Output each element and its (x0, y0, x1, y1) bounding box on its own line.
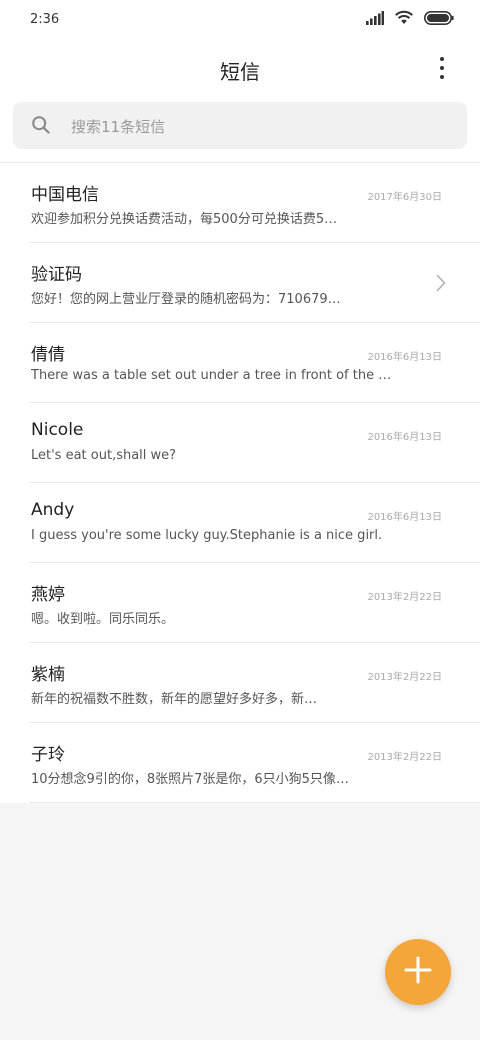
plus-icon (404, 956, 432, 988)
message-row[interactable]: Nicole 2016年6月13日 Let's eat out,shall we… (0, 403, 480, 483)
menu-dot (440, 57, 444, 61)
message-row[interactable]: 子玲 2013年2月22日 10分想念9引的你，8张照片7张是你，6只小狗5只像… (0, 723, 480, 803)
wifi-icon (394, 10, 414, 29)
message-row[interactable]: Andy 2016年6月13日 I guess you're some luck… (0, 483, 480, 563)
message-preview: 欢迎参加积分兑换话费活动，每500分可兑换话费5… (31, 212, 338, 227)
sender-name: 子玲 (31, 745, 65, 765)
new-message-button[interactable] (385, 939, 451, 1005)
message-date: 2016年6月13日 (367, 432, 442, 443)
message-row[interactable]: 紫楠 2013年2月22日 新年的祝福数不胜数，新年的愿望好多好多，新… (0, 643, 480, 723)
message-preview: 嗯。收到啦。同乐同乐。 (31, 612, 175, 627)
message-preview: Let's eat out,shall we? (31, 448, 177, 463)
message-row[interactable]: 验证码 您好！您的网上营业厅登录的随机密码为：710679… (0, 243, 480, 323)
message-date: 2013年2月22日 (367, 752, 442, 763)
status-icons (366, 10, 454, 29)
status-bar: 2:36 (0, 0, 480, 40)
page-title: 短信 (220, 60, 260, 84)
more-vert-icon[interactable] (430, 54, 454, 82)
message-list: 中国电信 2017年6月30日 欢迎参加积分兑换话费活动，每500分可兑换话费5… (0, 162, 480, 803)
sender-name: 中国电信 (31, 185, 99, 205)
signal-icon (366, 10, 384, 29)
sender-name: 验证码 (31, 265, 82, 285)
search-bar[interactable] (13, 102, 467, 151)
message-date: 2016年6月13日 (367, 352, 442, 363)
message-row[interactable]: 倩倩 2016年6月13日 There was a table set out … (0, 323, 480, 403)
message-preview: I guess you're some lucky guy.Stephanie … (31, 528, 383, 543)
sender-name: 倩倩 (31, 345, 65, 365)
top-area: 2:36 短信 搜索11条短信 (0, 0, 480, 162)
search-input[interactable] (69, 102, 453, 151)
sender-name: 紫楠 (31, 665, 65, 685)
message-date: 2017年6月30日 (367, 192, 442, 203)
menu-dot (440, 75, 444, 79)
title-bar: 短信 (0, 44, 480, 92)
search-icon (31, 115, 51, 139)
sender-name: Andy (31, 500, 75, 520)
chevron-right-icon (436, 274, 446, 296)
message-row[interactable]: 中国电信 2017年6月30日 欢迎参加积分兑换话费活动，每500分可兑换话费5… (0, 163, 480, 243)
message-preview: 10分想念9引的你，8张照片7张是你，6只小狗5只像… (31, 772, 349, 787)
message-date: 2013年2月22日 (367, 592, 442, 603)
menu-dot (440, 66, 444, 70)
sender-name: Nicole (31, 420, 84, 440)
message-preview: 新年的祝福数不胜数，新年的愿望好多好多，新… (31, 692, 318, 707)
message-date: 2013年2月22日 (367, 672, 442, 683)
status-time: 2:36 (30, 12, 60, 27)
message-date: 2016年6月13日 (367, 512, 442, 523)
battery-icon (424, 10, 454, 29)
message-preview: There was a table set out under a tree i… (31, 368, 397, 383)
message-preview: 您好！您的网上营业厅登录的随机密码为：710679… (31, 292, 341, 307)
sender-name: 燕婷 (31, 585, 65, 605)
message-row[interactable]: 燕婷 2013年2月22日 嗯。收到啦。同乐同乐。 (0, 563, 480, 643)
